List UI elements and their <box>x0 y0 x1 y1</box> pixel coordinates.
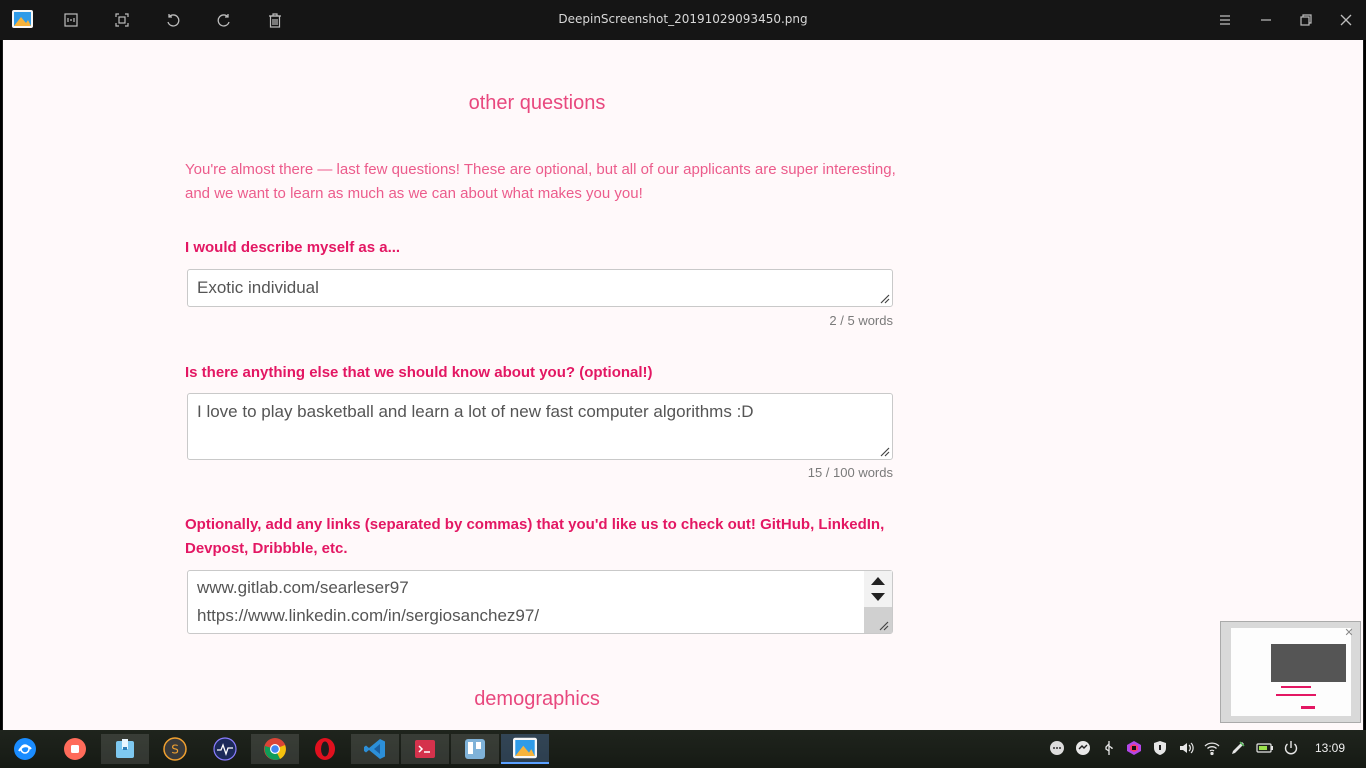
anything-else-value: I love to play basketball and learn a lo… <box>197 402 754 421</box>
delete-icon[interactable] <box>265 10 285 30</box>
taskbar-app-sublime[interactable]: S <box>151 734 199 764</box>
chrome-icon <box>264 738 286 760</box>
svg-text:S: S <box>171 743 179 757</box>
wifi-icon[interactable] <box>1204 740 1220 756</box>
preview-shade <box>1271 644 1346 682</box>
image-viewer-app-icon <box>12 10 33 28</box>
taskbar-app-recorder[interactable] <box>51 734 99 764</box>
trello-icon <box>465 739 485 759</box>
window-title: DeepinScreenshot_20191029093450.png <box>558 12 808 26</box>
links-line-1: www.gitlab.com/searleser97 <box>197 578 409 597</box>
pen-tool-icon[interactable] <box>1230 740 1246 756</box>
taskbar-app-vscode[interactable] <box>351 734 399 764</box>
image-viewer-icon <box>513 737 537 759</box>
minimize-icon[interactable] <box>1256 10 1276 30</box>
shield-icon[interactable] <box>1152 740 1168 756</box>
preview-line <box>1276 694 1316 696</box>
taskbar-app-terminal[interactable] <box>401 734 449 764</box>
vscode-icon <box>364 739 385 759</box>
section-title-other-questions: other questions <box>468 92 606 114</box>
taskbar-app-chrome[interactable] <box>251 734 299 764</box>
messenger-icon[interactable] <box>1075 740 1091 756</box>
taskbar-app-opera[interactable] <box>301 734 349 764</box>
power-icon[interactable] <box>1283 740 1299 756</box>
usb-icon[interactable] <box>1101 740 1117 756</box>
terminal-icon <box>415 740 435 758</box>
resize-grip-icon[interactable] <box>877 619 889 631</box>
file-manager-icon <box>116 739 134 758</box>
restore-icon[interactable] <box>1296 10 1316 30</box>
opera-icon <box>315 738 335 760</box>
battery-icon[interactable] <box>1256 740 1273 756</box>
sublime-text-icon: S <box>163 737 187 761</box>
menu-icon[interactable] <box>1215 10 1235 30</box>
question-label-describe: I would describe myself as a... <box>185 239 401 256</box>
word-count: 15 / 100 words <box>807 465 893 480</box>
taskbar-app-monitor[interactable] <box>201 734 249 764</box>
launcher-button[interactable] <box>1 734 49 764</box>
scroll-down-icon[interactable] <box>871 593 885 601</box>
taskbar-app-trello[interactable] <box>451 734 499 764</box>
taskbar-app-image-viewer[interactable] <box>501 734 549 764</box>
jetbrains-toolbox-icon[interactable] <box>1126 740 1142 756</box>
question-label-links: Optionally, add any links (separated by … <box>185 516 885 557</box>
fit-image-icon[interactable] <box>61 10 81 30</box>
resize-grip-icon[interactable] <box>878 292 890 304</box>
title-bar: DeepinScreenshot_20191029093450.png <box>0 0 1366 40</box>
taskbar: S 13:09 <box>0 730 1366 768</box>
preview-close-icon[interactable]: ✕ <box>1342 626 1356 640</box>
question-label-anything-else: Is there anything else that we should kn… <box>185 364 653 381</box>
deepin-launcher-icon <box>14 738 36 760</box>
preview-line <box>1281 686 1311 688</box>
preview-line <box>1301 706 1315 709</box>
screenshot-preview-thumbnail[interactable]: ✕ <box>1220 621 1361 723</box>
describe-value: Exotic individual <box>197 278 319 297</box>
chat-icon[interactable] <box>1049 740 1065 756</box>
rotate-right-icon[interactable] <box>214 10 234 30</box>
section-title-demographics: demographics <box>474 688 600 710</box>
describe-textarea[interactable]: Exotic individual <box>187 269 893 307</box>
image-canvas: other questions You're almost there — la… <box>2 40 1364 730</box>
preview-page <box>1231 628 1351 716</box>
links-textarea[interactable]: www.gitlab.com/searleser97 https://www.l… <box>187 570 893 634</box>
links-line-2: https://www.linkedin.com/in/sergiosanche… <box>197 606 540 625</box>
scroll-up-icon[interactable] <box>871 577 885 585</box>
clock[interactable]: 13:09 <box>1308 741 1352 755</box>
rotate-left-icon[interactable] <box>163 10 183 30</box>
system-monitor-icon <box>213 737 237 761</box>
screen-recorder-icon <box>64 738 86 760</box>
taskbar-app-files[interactable] <box>101 734 149 764</box>
volume-icon[interactable] <box>1178 740 1194 756</box>
resize-grip-icon[interactable] <box>878 445 890 457</box>
intro-text: You're almost there — last few questions… <box>185 161 896 202</box>
anything-else-textarea[interactable]: I love to play basketball and learn a lo… <box>187 393 893 460</box>
fit-window-icon[interactable] <box>112 10 132 30</box>
word-count: 2 / 5 words <box>829 313 893 328</box>
close-icon[interactable] <box>1336 10 1356 30</box>
